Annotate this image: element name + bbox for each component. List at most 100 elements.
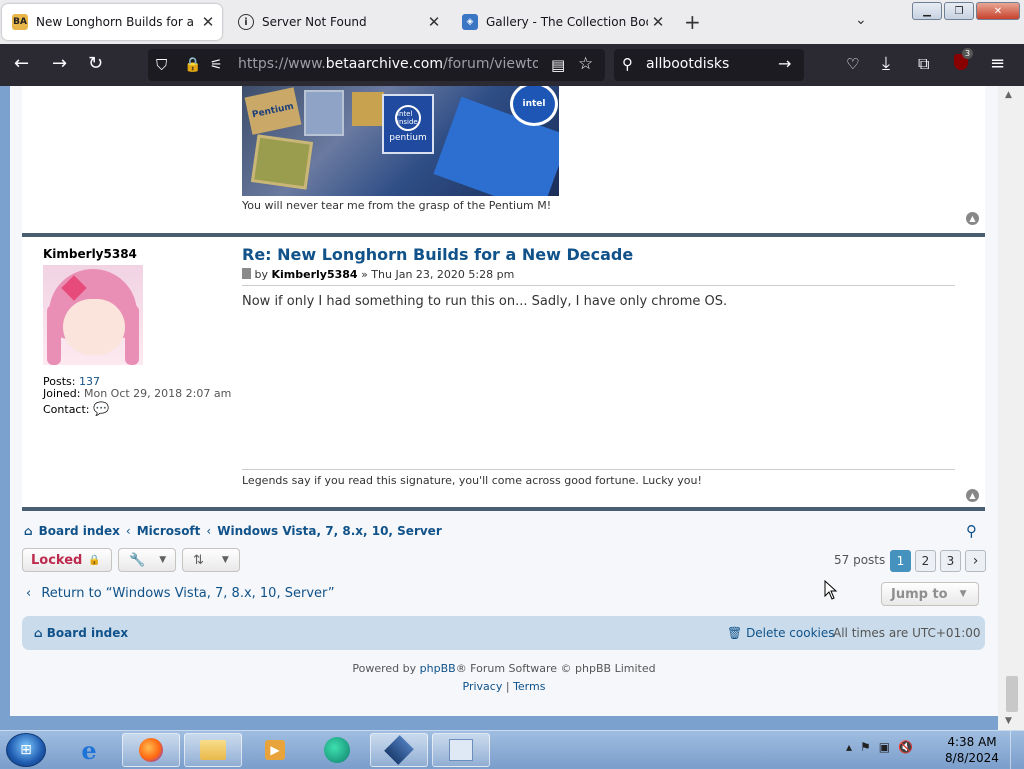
snipping-tool-icon[interactable]: [432, 733, 490, 767]
breadcrumb: ⌂ Board index ‹ Microsoft ‹ Windows Vist…: [24, 524, 442, 538]
contact-speech-bubble-icon[interactable]: 💬: [93, 402, 109, 417]
extensions-icon[interactable]: ⧉: [918, 54, 929, 74]
clock-date: 8/8/2024: [945, 751, 999, 765]
lock-icon: 🔒: [88, 554, 101, 566]
pocket-icon[interactable]: ♡: [846, 54, 859, 74]
minimize-button[interactable]: ▁: [912, 2, 942, 20]
internet-explorer-icon[interactable]: e: [60, 733, 118, 767]
clock-time: 4:38 AM: [947, 735, 997, 749]
search-magnifier-icon[interactable]: ⚲: [966, 522, 977, 540]
go-arrow-icon[interactable]: →: [778, 54, 791, 74]
delete-cookies-link[interactable]: 🗑 Delete cookies: [727, 626, 835, 640]
hamburger-menu-icon[interactable]: ≡: [990, 54, 1005, 74]
search-icon: ⚲: [622, 55, 633, 73]
sort-options-button[interactable]: ⇅ ▼: [182, 548, 240, 572]
tab-close-icon[interactable]: ✕: [424, 13, 444, 31]
mouse-cursor-icon: [824, 580, 838, 600]
breadcrumb-microsoft[interactable]: Microsoft: [137, 524, 201, 538]
action-center-flag-icon[interactable]: ⚑: [860, 740, 871, 754]
reload-icon[interactable]: ↻: [88, 54, 103, 74]
virtualbox-icon[interactable]: [370, 733, 428, 767]
page-scrollbar[interactable]: ▲ ▼: [998, 86, 1024, 730]
pentium-logo-text: pentium: [389, 133, 427, 143]
intel-inside-badge: intel: [510, 86, 558, 126]
back-to-top-icon[interactable]: ▲: [966, 489, 979, 502]
powered-by: Powered by phpBB® Forum Software © phpBB…: [352, 662, 656, 675]
phpbb-link[interactable]: phpBB: [420, 662, 456, 675]
tab-close-icon[interactable]: ✕: [648, 13, 668, 31]
url-bar[interactable]: ⛉ 🔒 ⚟ https://www.betaarchive.com/forum/…: [148, 49, 605, 81]
bookmark-star-icon[interactable]: ☆: [578, 54, 593, 74]
new-tab-button[interactable]: +: [684, 10, 701, 34]
locked-button[interactable]: Locked 🔒: [22, 548, 112, 572]
post-file-icon[interactable]: [242, 268, 251, 279]
post-title-link[interactable]: Re: New Longhorn Builds for a New Decade: [242, 245, 633, 264]
clock[interactable]: 4:38 AM 8/8/2024: [942, 734, 1002, 766]
post-author-name[interactable]: Kimberly5384: [43, 247, 137, 261]
downloads-icon[interactable]: ⤓: [882, 54, 890, 74]
scroll-down-arrow-icon[interactable]: ▼: [1005, 716, 1012, 726]
chevron-down-icon: ▼: [959, 589, 967, 599]
show-desktop-button[interactable]: [1010, 731, 1024, 769]
lock-icon[interactable]: 🔒: [184, 55, 201, 75]
post-author-link[interactable]: Kimberly5384: [272, 268, 358, 281]
volume-muted-icon[interactable]: 🔇: [898, 740, 913, 754]
pentium-signature-image: Pentium intel inside pentium intel: [242, 86, 559, 196]
breadcrumb-windows-vista[interactable]: Windows Vista, 7, 8.x, 10, Server: [217, 524, 442, 538]
shield-icon[interactable]: ⛉: [156, 55, 167, 75]
tab-close-icon[interactable]: ✕: [198, 13, 218, 31]
joined-date: Mon Oct 29, 2018 2:07 am: [83, 387, 232, 400]
media-player-icon[interactable]: ▶: [246, 733, 304, 767]
sort-icon: ⇅: [193, 552, 204, 568]
list-tabs-chevron-icon[interactable]: ⌄: [855, 12, 867, 28]
terms-link[interactable]: Terms: [513, 680, 545, 693]
app-icon[interactable]: [308, 733, 366, 767]
timezone-text: All times are UTC+01:00: [833, 626, 981, 640]
start-button[interactable]: ⊞: [6, 733, 46, 767]
footer-board-index-link[interactable]: ⌂ Board index: [34, 626, 128, 640]
betaarchive-favicon-icon: BA: [12, 14, 28, 30]
back-arrow-icon[interactable]: ←: [14, 54, 29, 74]
restore-button[interactable]: ❐: [944, 2, 974, 20]
post-meta-divider: [242, 285, 955, 286]
previous-post: Pentium intel inside pentium intel You w…: [22, 86, 985, 234]
return-to-forum-link[interactable]: ‹ Return to “Windows Vista, 7, 8.x, 10, …: [26, 586, 335, 601]
url-text[interactable]: https://www.betaarchive.com/forum/viewto…: [238, 56, 538, 72]
forward-arrow-icon[interactable]: →: [52, 54, 67, 74]
firefox-icon[interactable]: [122, 733, 180, 767]
page-2-button[interactable]: 2: [915, 550, 936, 572]
tab-server-not-found[interactable]: i Server Not Found ✕: [228, 4, 448, 40]
close-window-button[interactable]: ✕: [976, 2, 1020, 20]
breadcrumb-board-index[interactable]: Board index: [39, 524, 120, 538]
page-1-button[interactable]: 1: [890, 550, 911, 572]
jump-to-button[interactable]: Jump to ▼: [881, 582, 979, 606]
signature-divider: [242, 469, 955, 470]
navigation-toolbar: ← → ↻ ⛉ 🔒 ⚟ https://www.betaarchive.com/…: [0, 44, 1024, 86]
tab-active[interactable]: BA New Longhorn Builds for a New Decade …: [2, 4, 222, 40]
scroll-up-arrow-icon[interactable]: ▲: [1005, 90, 1012, 100]
post-content: Now if only I had something to run this …: [242, 294, 728, 309]
page-viewport: Pentium intel inside pentium intel You w…: [10, 86, 998, 716]
topic-tools-button[interactable]: 🔧 ▼: [118, 548, 176, 572]
wrench-icon: 🔧: [129, 552, 146, 568]
privacy-link[interactable]: Privacy: [463, 680, 503, 693]
search-input[interactable]: allbootdisks: [646, 56, 729, 72]
ublock-icon[interactable]: 3: [954, 48, 974, 75]
scrollbar-thumb[interactable]: [1006, 676, 1018, 712]
back-to-top-icon[interactable]: ▲: [966, 212, 979, 225]
taskbar: ⊞ e ▶ ▴ ⚑ ▣ 🔇 4:38 AM 8/8/2024: [0, 730, 1024, 769]
permissions-icon[interactable]: ⚟: [210, 55, 223, 75]
trash-icon: 🗑: [727, 626, 743, 640]
network-icon[interactable]: ▣: [879, 740, 890, 754]
tab-bar: BA New Longhorn Builds for a New Decade …: [0, 0, 1024, 44]
tab-gallery[interactable]: ◈ Gallery - The Collection Book ✕: [452, 4, 672, 40]
info-icon: i: [238, 14, 254, 30]
post-signature: Legends say if you read this signature, …: [242, 474, 702, 487]
tab-title: New Longhorn Builds for a New Decade: [36, 15, 198, 29]
next-page-chevron-icon[interactable]: ›: [965, 550, 986, 572]
search-bar[interactable]: ⚲ allbootdisks →: [614, 49, 804, 81]
reader-view-icon[interactable]: ▤: [551, 55, 565, 75]
show-hidden-icons-icon[interactable]: ▴: [846, 740, 852, 754]
page-3-button[interactable]: 3: [940, 550, 961, 572]
file-explorer-icon[interactable]: [184, 733, 242, 767]
